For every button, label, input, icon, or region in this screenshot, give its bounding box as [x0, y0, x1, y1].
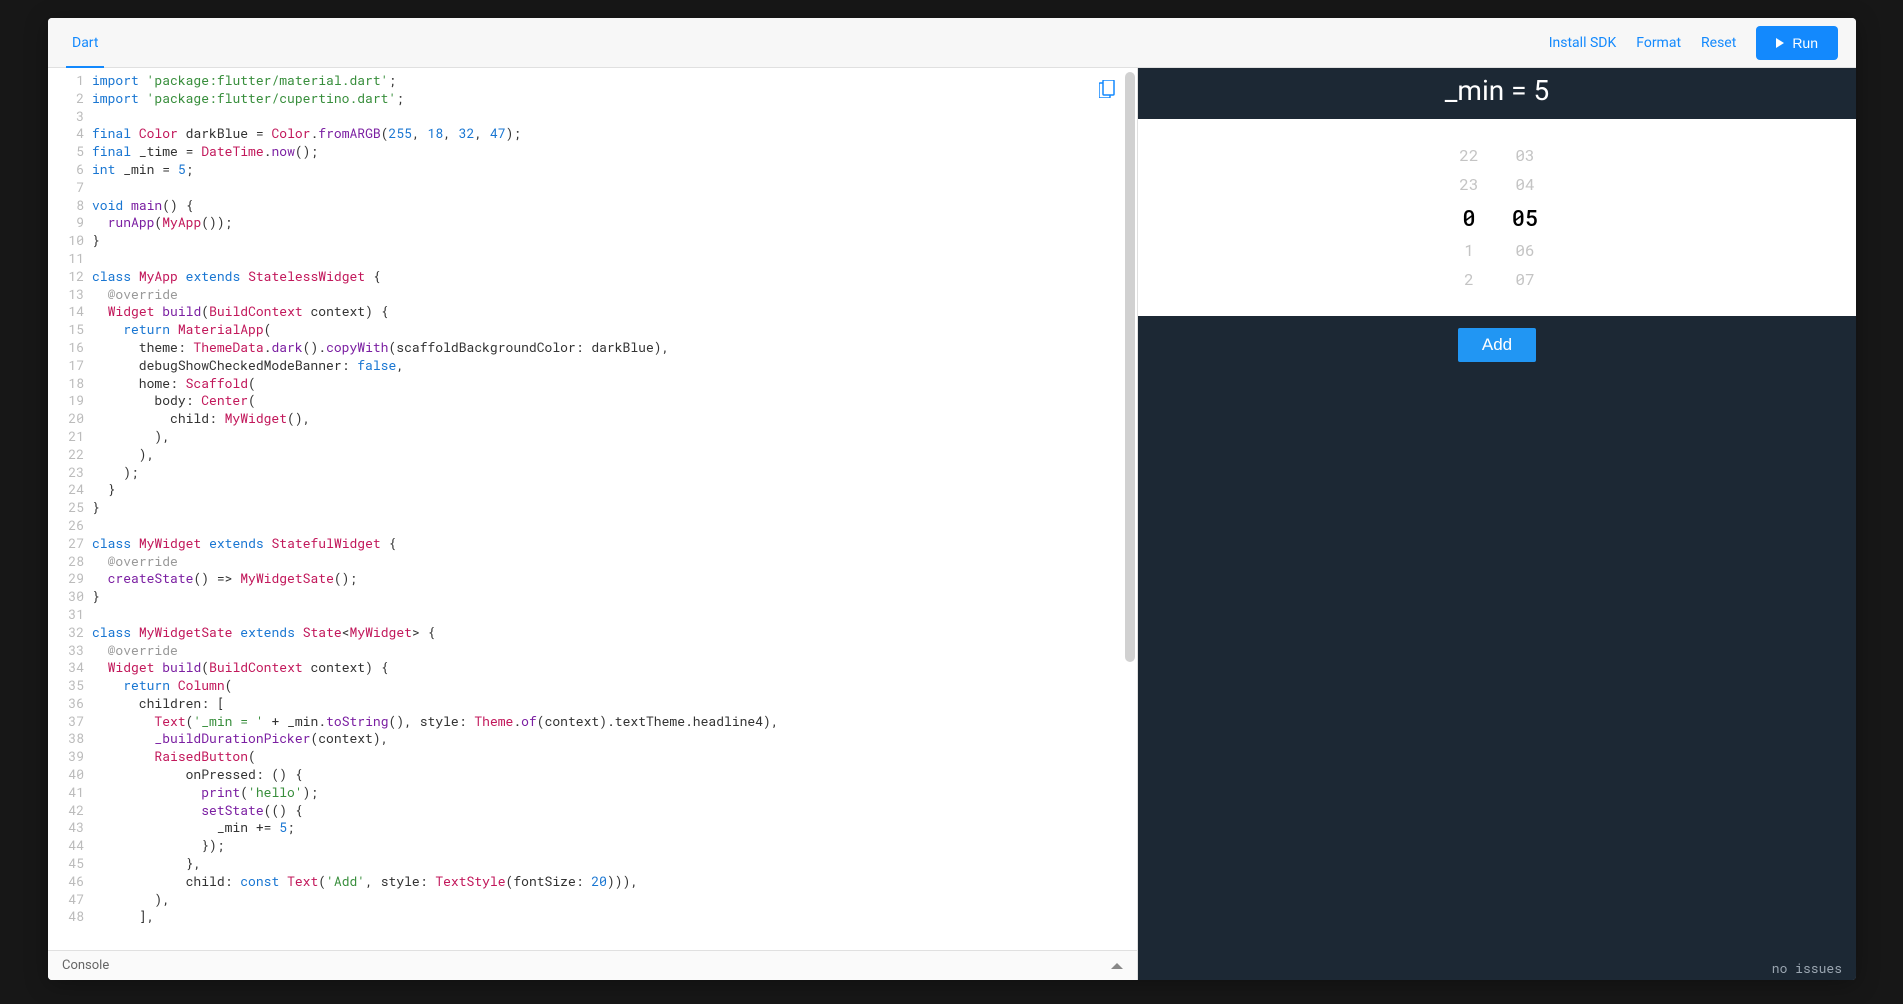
minutes-column[interactable]: 03 04 05 06 07 — [1510, 145, 1540, 290]
reset-link[interactable]: Reset — [1701, 35, 1736, 51]
status-bar: no issues — [1138, 956, 1856, 980]
play-icon — [1776, 38, 1784, 48]
tab-dart[interactable]: Dart — [66, 18, 104, 68]
duration-picker[interactable]: 22 23 0 1 2 03 04 05 06 07 — [1138, 119, 1856, 316]
add-button[interactable]: Add — [1458, 328, 1536, 362]
console-label: Console — [62, 958, 109, 973]
header-actions: Install SDK Format Reset Run — [1549, 26, 1838, 60]
picker-value[interactable]: 07 — [1510, 269, 1540, 290]
hours-column[interactable]: 22 23 0 1 2 — [1454, 145, 1484, 290]
chevron-up-icon[interactable] — [1111, 963, 1123, 969]
body: 1234567891011121314151617181920212223242… — [48, 68, 1856, 980]
preview-pane: _min = 5 22 23 0 1 2 03 04 05 06 07 Add no issue… — [1138, 68, 1856, 980]
picker-value[interactable]: 03 — [1510, 145, 1540, 166]
header-bar: Dart Install SDK Format Reset Run — [48, 18, 1856, 68]
run-button[interactable]: Run — [1756, 26, 1838, 60]
picker-value[interactable]: 22 — [1454, 145, 1484, 166]
code-editor[interactable]: 1234567891011121314151617181920212223242… — [48, 68, 1137, 950]
picker-value[interactable]: 04 — [1510, 174, 1540, 195]
picker-value[interactable]: 06 — [1510, 240, 1540, 261]
console-bar[interactable]: Console — [48, 950, 1137, 980]
install-sdk-link[interactable]: Install SDK — [1549, 35, 1617, 51]
line-gutter: 1234567891011121314151617181920212223242… — [48, 72, 92, 926]
picker-value[interactable]: 2 — [1454, 269, 1484, 290]
dartpad-modal: Dart Install SDK Format Reset Run 123456… — [48, 18, 1856, 980]
format-link[interactable]: Format — [1636, 35, 1681, 51]
copy-icon[interactable] — [1099, 80, 1115, 101]
add-area: Add — [1138, 316, 1856, 374]
editor-pane: 1234567891011121314151617181920212223242… — [48, 68, 1138, 980]
picker-value[interactable]: 0 — [1454, 203, 1484, 232]
app-title: _min = 5 — [1138, 68, 1856, 119]
issues-status: no issues — [1772, 959, 1842, 977]
editor-scrollbar[interactable] — [1125, 72, 1135, 662]
picker-value[interactable]: 05 — [1510, 203, 1540, 232]
code-content[interactable]: import 'package:flutter/material.dart';i… — [92, 72, 1137, 926]
picker-value[interactable]: 23 — [1454, 174, 1484, 195]
preview-fill — [1138, 374, 1856, 956]
picker-value[interactable]: 1 — [1454, 240, 1484, 261]
run-label: Run — [1792, 35, 1818, 51]
